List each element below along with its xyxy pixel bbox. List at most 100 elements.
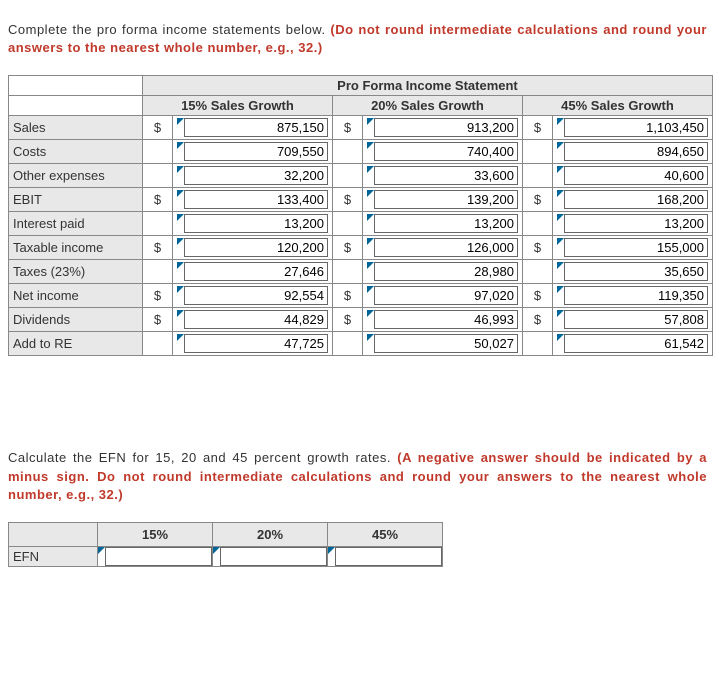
row-label: Costs [9, 140, 143, 164]
value-input[interactable] [184, 166, 328, 185]
value-input[interactable] [564, 262, 708, 281]
currency-symbol: $ [332, 116, 362, 140]
currency-symbol: $ [522, 308, 552, 332]
value-input[interactable] [374, 166, 518, 185]
field-flag-icon [177, 142, 184, 149]
value-input[interactable] [374, 142, 518, 161]
value-input[interactable] [564, 286, 708, 305]
value-cell [363, 284, 523, 308]
field-flag-icon [557, 334, 564, 341]
value-cell [553, 236, 713, 260]
table-corner-2 [9, 96, 143, 116]
field-flag-icon [328, 547, 335, 554]
efn-row-label: EFN [9, 546, 98, 566]
field-flag-icon [557, 118, 564, 125]
col-header-15: 15% Sales Growth [142, 96, 332, 116]
value-cell [553, 332, 713, 356]
table-row: Costs [9, 140, 713, 164]
value-input[interactable] [184, 286, 328, 305]
value-input[interactable] [184, 214, 328, 233]
field-flag-icon [367, 334, 374, 341]
row-label: Taxes (23%) [9, 260, 143, 284]
value-input[interactable] [184, 142, 328, 161]
instruction-1-text: Complete the pro forma income statements… [8, 22, 330, 37]
value-input[interactable] [374, 286, 518, 305]
currency-symbol [142, 260, 172, 284]
table-row: EBIT$$$ [9, 188, 713, 212]
currency-symbol: $ [142, 284, 172, 308]
value-input[interactable] [374, 310, 518, 329]
currency-symbol [142, 332, 172, 356]
efn-cell-15 [98, 546, 213, 566]
efn-cell-20 [213, 546, 328, 566]
field-flag-icon [557, 310, 564, 317]
table-corner [9, 76, 143, 96]
efn-input-20[interactable] [220, 547, 327, 566]
field-flag-icon [177, 166, 184, 173]
table-row: Dividends$$$ [9, 308, 713, 332]
value-input[interactable] [564, 142, 708, 161]
currency-symbol [522, 260, 552, 284]
value-input[interactable] [374, 190, 518, 209]
value-cell [363, 308, 523, 332]
efn-input-15[interactable] [105, 547, 212, 566]
table-row: Add to RE [9, 332, 713, 356]
field-flag-icon [367, 286, 374, 293]
table-row: Other expenses [9, 164, 713, 188]
value-input[interactable] [564, 214, 708, 233]
value-input[interactable] [374, 118, 518, 137]
value-input[interactable] [564, 310, 708, 329]
value-cell [363, 140, 523, 164]
efn-table: 15% 20% 45% EFN [8, 522, 443, 567]
field-flag-icon [367, 118, 374, 125]
value-input[interactable] [184, 190, 328, 209]
currency-symbol: $ [332, 284, 362, 308]
field-flag-icon [557, 262, 564, 269]
value-cell [553, 164, 713, 188]
efn-col-15: 15% [98, 522, 213, 546]
value-cell [553, 260, 713, 284]
value-cell [363, 332, 523, 356]
value-input[interactable] [374, 214, 518, 233]
currency-symbol: $ [522, 188, 552, 212]
currency-symbol: $ [142, 116, 172, 140]
efn-corner [9, 522, 98, 546]
currency-symbol [522, 332, 552, 356]
value-input[interactable] [184, 238, 328, 257]
field-flag-icon [557, 166, 564, 173]
field-flag-icon [177, 310, 184, 317]
row-label: Taxable income [9, 236, 143, 260]
value-input[interactable] [184, 334, 328, 353]
value-cell [363, 212, 523, 236]
value-cell [173, 164, 333, 188]
table-title: Pro Forma Income Statement [142, 76, 712, 96]
currency-symbol: $ [142, 308, 172, 332]
value-input[interactable] [564, 190, 708, 209]
value-input[interactable] [564, 166, 708, 185]
field-flag-icon [177, 286, 184, 293]
field-flag-icon [177, 190, 184, 197]
currency-symbol: $ [332, 236, 362, 260]
value-cell [173, 236, 333, 260]
field-flag-icon [367, 238, 374, 245]
field-flag-icon [367, 310, 374, 317]
value-input[interactable] [184, 118, 328, 137]
row-label: Other expenses [9, 164, 143, 188]
value-input[interactable] [374, 238, 518, 257]
efn-input-45[interactable] [335, 547, 442, 566]
table-row: Taxable income$$$ [9, 236, 713, 260]
value-input[interactable] [374, 334, 518, 353]
value-input[interactable] [564, 118, 708, 137]
value-input[interactable] [374, 262, 518, 281]
instruction-2: Calculate the EFN for 15, 20 and 45 perc… [8, 449, 707, 504]
value-cell [553, 116, 713, 140]
value-input[interactable] [184, 310, 328, 329]
row-label: Dividends [9, 308, 143, 332]
value-input[interactable] [564, 334, 708, 353]
field-flag-icon [98, 547, 105, 554]
value-cell [173, 260, 333, 284]
value-input[interactable] [184, 262, 328, 281]
value-input[interactable] [564, 238, 708, 257]
field-flag-icon [557, 214, 564, 221]
table-row: Interest paid [9, 212, 713, 236]
